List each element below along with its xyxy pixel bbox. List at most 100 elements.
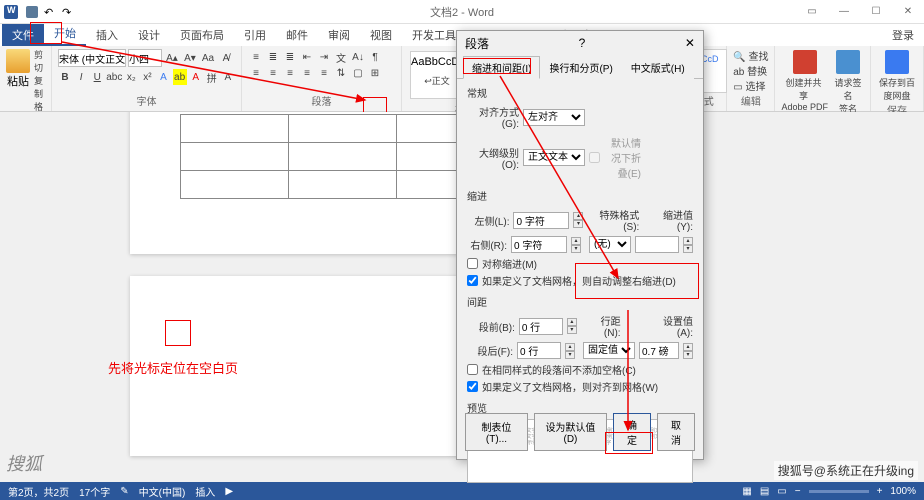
grow-font-icon[interactable]: A▴ <box>164 50 180 66</box>
default-button[interactable]: 设为默认值(D) <box>534 413 607 451</box>
tab-indent-spacing[interactable]: 缩进和间距(I) <box>463 56 540 79</box>
align-right-icon[interactable]: ≡ <box>282 65 298 81</box>
paragraph-dialog[interactable]: 段落 ? ✕ 缩进和间距(I) 换行和分页(P) 中文版式(H) 常规 对齐方式… <box>456 30 704 460</box>
dec-indent-icon[interactable]: ⇤ <box>299 49 315 65</box>
asian-layout-icon[interactable]: 文 <box>333 49 349 65</box>
inc-indent-icon[interactable]: ⇥ <box>316 49 332 65</box>
dialog-titlebar[interactable]: 段落 ? ✕ <box>457 31 703 55</box>
login-link[interactable]: 登录 <box>882 24 924 46</box>
tab-file[interactable]: 文件 <box>2 24 44 46</box>
text-effects-icon[interactable]: A <box>156 69 170 85</box>
phonetic-icon[interactable]: 拼 <box>205 69 219 85</box>
snap-grid-check[interactable]: 如果定义了文档网格，则对齐到网格(W) <box>467 379 693 394</box>
ok-button[interactable]: 确定 <box>613 413 651 451</box>
shading-icon[interactable]: ▢ <box>350 65 366 81</box>
align-left-icon[interactable]: ≡ <box>248 65 264 81</box>
zoom-level[interactable]: 100% <box>890 486 916 497</box>
clear-format-icon[interactable]: A̸ <box>218 50 234 66</box>
spinner[interactable]: ▴▾ <box>683 343 693 359</box>
view-web-icon[interactable]: ▭ <box>777 486 786 497</box>
cut-button[interactable]: 剪切 <box>34 49 45 75</box>
italic-icon[interactable]: I <box>74 69 88 85</box>
adobe-create-button[interactable]: 创建并共享 Adobe PDF <box>781 50 828 115</box>
select-button[interactable]: ▭ 选择 <box>733 80 768 95</box>
zoom-out-icon[interactable]: − <box>795 486 801 497</box>
baidu-save-button[interactable]: 保存到百度网盘 <box>877 50 917 102</box>
borders-icon[interactable]: ⊞ <box>367 65 383 81</box>
page-status[interactable]: 第2页，共2页 <box>8 484 69 499</box>
replace-button[interactable]: ab 替换 <box>733 65 768 80</box>
collapse-check[interactable]: 默认情况下折叠(E) <box>589 135 641 180</box>
at-value-input[interactable] <box>639 342 679 359</box>
spinner[interactable]: ▴▾ <box>567 318 577 334</box>
zoom-slider[interactable] <box>809 490 869 493</box>
line-spacing-icon[interactable]: ⇅ <box>333 65 349 81</box>
tab-insert[interactable]: 插入 <box>86 24 128 46</box>
subscript-icon[interactable]: x₂ <box>124 69 138 85</box>
tabs-button[interactable]: 制表位(T)... <box>465 413 528 451</box>
indent-left-input[interactable] <box>513 212 569 229</box>
paste-button[interactable]: 粘贴 <box>6 49 30 89</box>
adobe-sign-button[interactable]: 请求签名 签名 <box>832 50 864 115</box>
font-size-select[interactable] <box>128 49 162 67</box>
highlight-icon[interactable]: ab <box>173 69 187 85</box>
auto-grid-check[interactable]: 如果定义了文档网格，则自动调整右缩进(D) <box>467 273 693 288</box>
tab-layout[interactable]: 页面布局 <box>170 24 234 46</box>
proof-icon[interactable]: ✎ <box>120 486 128 497</box>
spinner[interactable]: ▴▾ <box>573 212 583 228</box>
insert-mode[interactable]: 插入 <box>195 484 215 499</box>
tab-view[interactable]: 视图 <box>360 24 402 46</box>
after-input[interactable] <box>517 342 561 359</box>
copy-button[interactable]: 复制 <box>34 75 45 101</box>
strike-icon[interactable]: abc <box>106 69 122 85</box>
by-input[interactable] <box>635 236 679 253</box>
show-marks-icon[interactable]: ¶ <box>367 49 383 65</box>
align-center-icon[interactable]: ≡ <box>265 65 281 81</box>
language-status[interactable]: 中文(中国) <box>139 484 186 499</box>
justify-icon[interactable]: ≡ <box>299 65 315 81</box>
outline-select[interactable]: 正文文本 <box>523 149 585 166</box>
tab-pagination[interactable]: 换行和分页(P) <box>540 56 621 79</box>
spinner[interactable]: ▴▾ <box>571 237 581 253</box>
spinner[interactable]: ▴▾ <box>683 237 693 253</box>
font-color-icon[interactable]: A <box>189 69 203 85</box>
find-button[interactable]: 🔍 查找 <box>733 50 768 65</box>
help-icon[interactable]: ? <box>579 36 586 50</box>
numbering-icon[interactable]: ≣ <box>265 49 281 65</box>
special-select[interactable]: (无) <box>589 236 631 253</box>
tab-references[interactable]: 引用 <box>234 24 276 46</box>
redo-icon[interactable]: ↷ <box>62 6 74 18</box>
maximize-icon[interactable]: ☐ <box>864 6 888 17</box>
char-border-icon[interactable]: A <box>221 69 235 85</box>
mirror-indent-check[interactable]: 对称缩进(M) <box>467 256 693 271</box>
close-icon[interactable]: ✕ <box>896 6 920 17</box>
nospace-same-check[interactable]: 在相同样式的段落间不添加空格(C) <box>467 362 693 377</box>
view-print-icon[interactable]: ▤ <box>760 486 769 497</box>
shrink-font-icon[interactable]: A▾ <box>182 50 198 66</box>
tab-design[interactable]: 设计 <box>128 24 170 46</box>
bullets-icon[interactable]: ≡ <box>248 49 264 65</box>
font-name-select[interactable] <box>58 49 126 67</box>
ribbon-opts-icon[interactable]: ▭ <box>800 6 824 17</box>
indent-right-input[interactable] <box>511 236 567 253</box>
view-read-icon[interactable]: ▦ <box>742 486 751 497</box>
tab-asian[interactable]: 中文版式(H) <box>622 56 694 79</box>
tab-home[interactable]: 开始 <box>44 22 86 46</box>
bold-icon[interactable]: B <box>58 69 72 85</box>
tab-mailings[interactable]: 邮件 <box>276 24 318 46</box>
superscript-icon[interactable]: x² <box>140 69 154 85</box>
multilevel-icon[interactable]: ≣ <box>282 49 298 65</box>
zoom-in-icon[interactable]: + <box>877 486 883 497</box>
before-input[interactable] <box>519 318 563 335</box>
cancel-button[interactable]: 取消 <box>657 413 695 451</box>
spinner[interactable]: ▴▾ <box>565 343 575 359</box>
distribute-icon[interactable]: ≡ <box>316 65 332 81</box>
change-case-icon[interactable]: Aa <box>200 50 216 66</box>
word-count[interactable]: 17个字 <box>79 484 110 499</box>
sort-icon[interactable]: A↓ <box>350 49 366 65</box>
line-spacing-select[interactable]: 固定值 <box>583 342 635 359</box>
macro-icon[interactable]: ▶ <box>225 486 233 497</box>
underline-icon[interactable]: U <box>90 69 104 85</box>
minimize-icon[interactable]: — <box>832 6 856 17</box>
dialog-close-icon[interactable]: ✕ <box>685 36 695 50</box>
